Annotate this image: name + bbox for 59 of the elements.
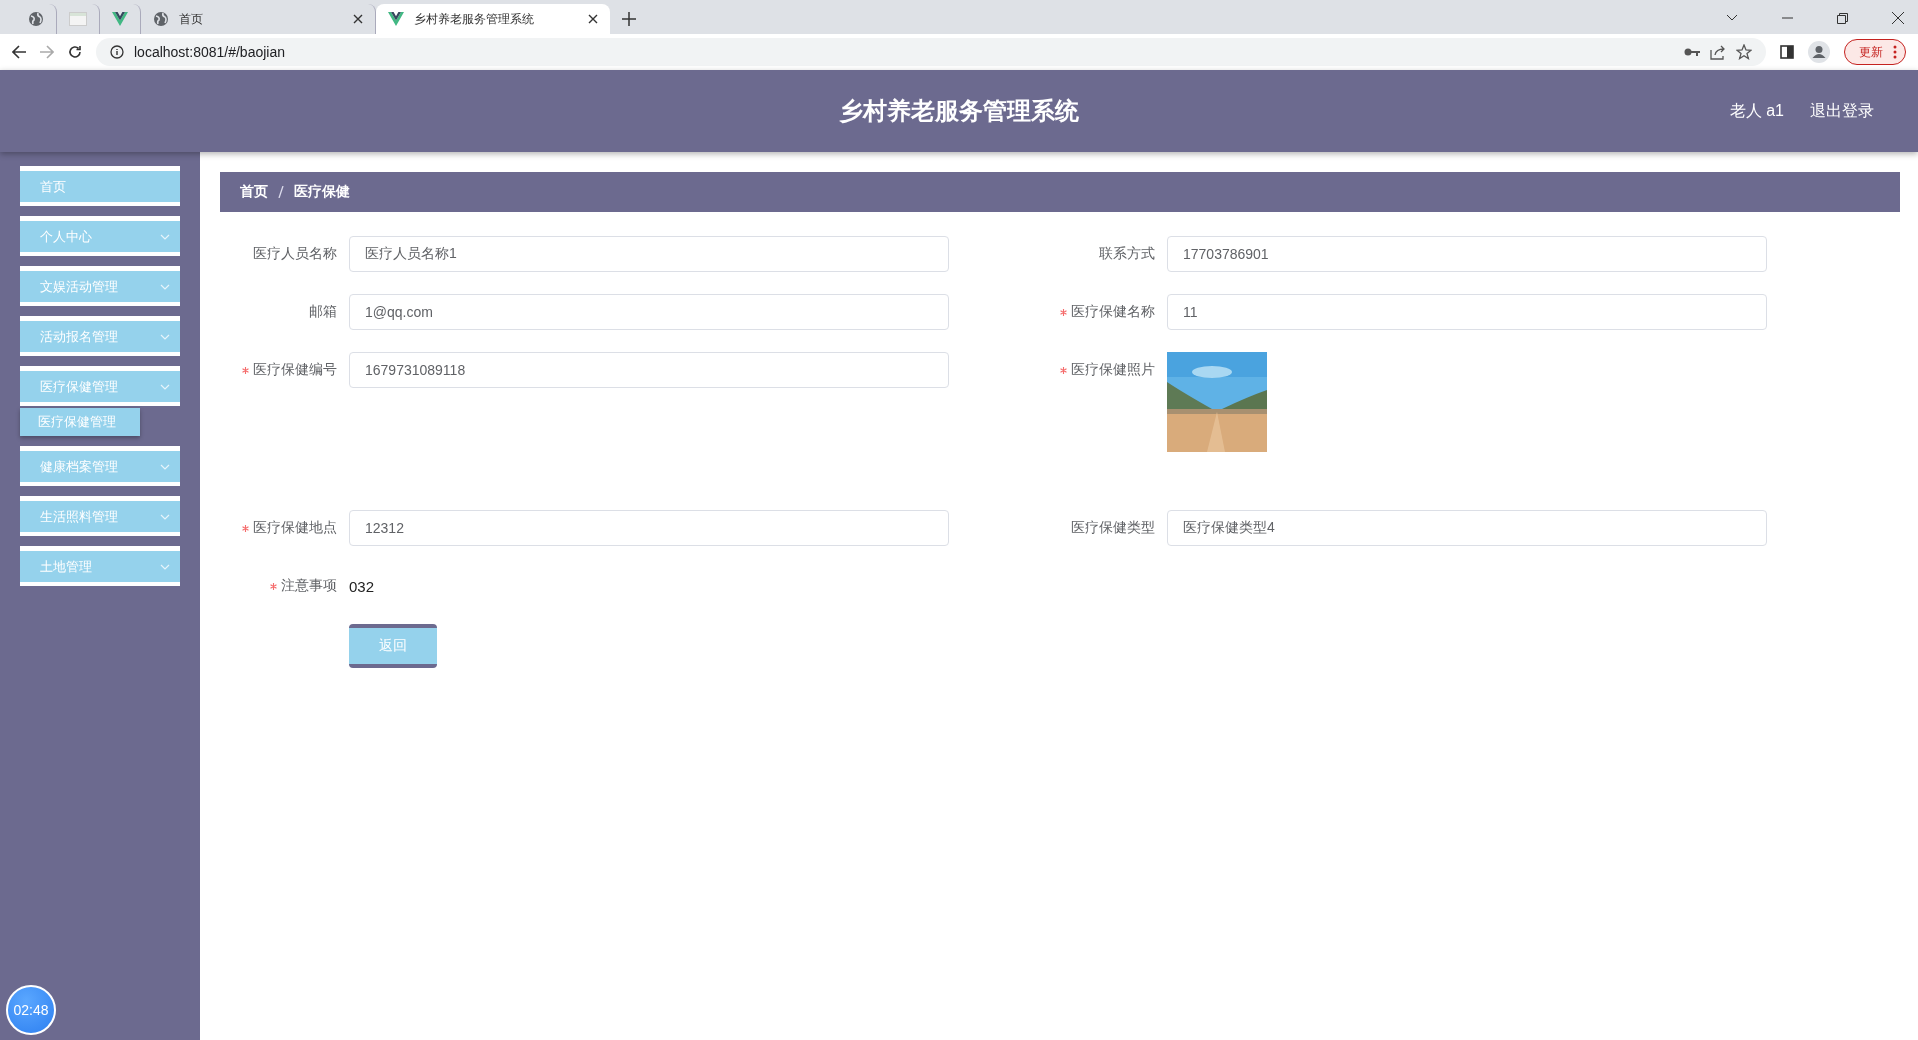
chevron-down-icon (160, 463, 170, 470)
close-icon[interactable] (588, 14, 598, 24)
required-asterisk-icon (270, 582, 277, 590)
field-label: 联系方式 (1099, 245, 1155, 263)
globe-icon (28, 11, 44, 27)
update-button[interactable]: 更新 (1844, 39, 1906, 65)
chevron-down-icon (160, 563, 170, 570)
reload-icon[interactable] (68, 45, 82, 59)
field-label: 注意事项 (281, 577, 337, 595)
required-asterisk-icon (242, 366, 249, 374)
chevron-down-icon (160, 513, 170, 520)
logout-link[interactable]: 退出登录 (1810, 100, 1874, 122)
text-field[interactable]: 17703786901 (1167, 236, 1767, 272)
field-label: 医疗人员名称 (253, 245, 337, 263)
field-label: 邮箱 (309, 303, 337, 321)
slash-separator-icon (278, 186, 284, 198)
app-title: 乡村养老服务管理系统 (839, 96, 1079, 126)
text-field[interactable]: 医疗保健类型4 (1167, 510, 1767, 546)
new-tab-icon[interactable] (622, 12, 636, 26)
required-asterisk-icon (1060, 308, 1067, 316)
text-field[interactable]: 11 (1167, 294, 1767, 330)
field-label: 医疗保健地点 (253, 519, 337, 537)
restore-icon[interactable] (1837, 12, 1848, 24)
chevron-down-icon (160, 283, 170, 290)
chevron-down-icon (160, 333, 170, 340)
required-asterisk-icon (1060, 366, 1067, 374)
text-field[interactable]: 医疗人员名称1 (349, 236, 949, 272)
v-logo-icon (388, 12, 404, 26)
globe-icon (153, 11, 169, 27)
breadcrumb-item: 医疗保健 (294, 183, 350, 201)
field-label: 医疗保健照片 (1071, 361, 1155, 379)
page-icon (69, 12, 87, 26)
field-label: 医疗保健类型 (1071, 519, 1155, 537)
text-field[interactable]: 12312 (349, 510, 949, 546)
breadcrumb-item[interactable]: 首页 (240, 183, 268, 201)
close-icon[interactable] (1892, 12, 1904, 24)
side-panel-icon[interactable] (1780, 45, 1794, 59)
back-arrow-icon[interactable] (12, 45, 26, 59)
key-icon[interactable] (1684, 47, 1700, 57)
user-name: 老人 a1 (1729, 100, 1784, 121)
info-icon[interactable] (110, 45, 124, 59)
chevron-down-icon (160, 233, 170, 240)
field-value: 032 (349, 576, 376, 597)
address-bar[interactable]: localhost:8081/#/baojian (96, 38, 1766, 66)
more-icon[interactable] (1893, 45, 1897, 59)
field-label: 医疗保健名称 (1071, 303, 1155, 321)
chevron-down-icon (160, 383, 170, 390)
chevron-down-icon[interactable] (1726, 14, 1738, 22)
text-field[interactable]: 1@qq.com (349, 294, 949, 330)
profile-icon[interactable] (1808, 41, 1830, 63)
field-label: 医疗保健编号 (253, 361, 337, 379)
url-text: localhost:8081/#/baojian (134, 44, 285, 60)
browser-tab[interactable]: 乡村养老服务管理系统 (376, 4, 610, 34)
v-logo-icon (112, 12, 128, 26)
close-icon[interactable] (353, 14, 363, 24)
text-field[interactable]: 1679731089118 (349, 352, 949, 388)
required-asterisk-icon (242, 524, 249, 532)
share-icon[interactable] (1710, 44, 1726, 60)
star-icon[interactable] (1736, 44, 1752, 60)
